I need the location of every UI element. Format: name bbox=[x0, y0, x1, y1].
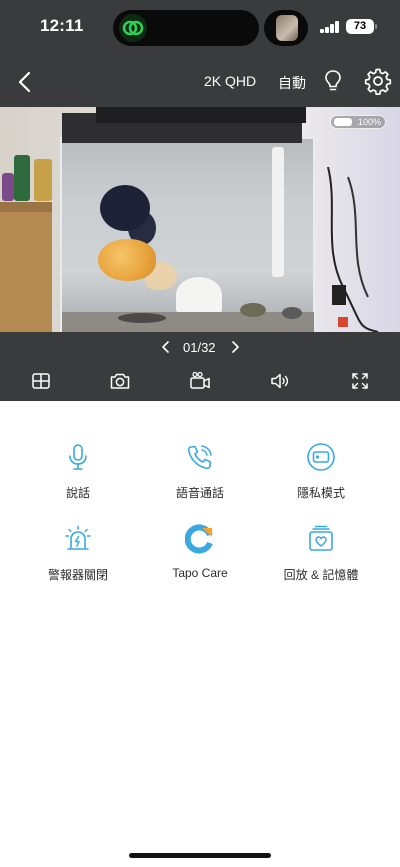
battery-indicator: 73 bbox=[346, 19, 374, 34]
control-label: 隱私模式 bbox=[296, 486, 345, 500]
microphone-icon bbox=[63, 442, 93, 472]
tapo-care-logo-icon bbox=[184, 524, 215, 554]
video-black-fish bbox=[100, 185, 150, 231]
chevron-left-icon[interactable] bbox=[12, 68, 40, 96]
live-activity-pill bbox=[264, 10, 308, 46]
activity-icon bbox=[119, 14, 147, 42]
video-jar bbox=[14, 155, 30, 201]
video-shelf-edge bbox=[0, 202, 52, 212]
alarm-siren-icon bbox=[63, 524, 93, 554]
battery-fill bbox=[334, 118, 352, 126]
nav-bar: 2K QHD 自動 bbox=[0, 60, 400, 104]
video-rock bbox=[118, 313, 166, 323]
video-ornament bbox=[176, 277, 222, 313]
camera-live-view-screen: 12:11 73 2K QHD 自動 100% 01/32 說話 語音通話 隱私… bbox=[0, 0, 400, 867]
thumbnail-image bbox=[276, 15, 298, 41]
video-filter-pipe bbox=[272, 147, 284, 277]
playback-memory-button[interactable]: 回放 & 記憶體 bbox=[261, 524, 381, 594]
control-label: 說話 bbox=[65, 486, 90, 500]
control-label: 回放 & 記憶體 bbox=[283, 568, 359, 582]
privacy-camera-icon bbox=[306, 442, 336, 472]
gear-icon[interactable] bbox=[364, 67, 392, 95]
video-jar bbox=[2, 173, 14, 201]
video-record-icon[interactable] bbox=[188, 369, 212, 393]
video-gravel bbox=[62, 312, 314, 332]
lightbulb-icon[interactable] bbox=[322, 68, 344, 94]
battery-tip bbox=[375, 24, 377, 29]
control-label: Tapo Care bbox=[172, 566, 228, 580]
video-aquarium-lid bbox=[96, 107, 306, 123]
quality-selector[interactable]: 2K QHD bbox=[204, 73, 256, 89]
home-indicator[interactable] bbox=[129, 853, 271, 858]
video-rock bbox=[240, 303, 266, 317]
privacy-mode-button[interactable]: 隱私模式 bbox=[261, 442, 381, 512]
chevron-right-icon[interactable] bbox=[227, 339, 243, 355]
status-bar: 12:11 73 bbox=[0, 0, 400, 54]
control-label: 語音通話 bbox=[175, 486, 224, 500]
video-shelf bbox=[0, 202, 52, 332]
speaker-icon[interactable] bbox=[268, 369, 292, 393]
video-jar bbox=[34, 159, 52, 201]
video-battery-badge: 100% bbox=[330, 115, 386, 129]
status-time: 12:11 bbox=[40, 16, 84, 35]
video-goldfish bbox=[98, 239, 156, 281]
video-rock bbox=[282, 307, 302, 319]
voice-call-button[interactable]: 語音通話 bbox=[140, 442, 260, 512]
alarm-button[interactable]: 警報器關閉 bbox=[18, 524, 138, 594]
talk-button[interactable]: 說話 bbox=[18, 442, 138, 512]
grid-layout-icon[interactable] bbox=[29, 369, 53, 393]
phone-call-icon bbox=[185, 442, 215, 472]
night-mode-selector[interactable]: 自動 bbox=[278, 73, 306, 93]
pager-text: 01/32 bbox=[183, 340, 216, 355]
chevron-left-icon[interactable] bbox=[158, 339, 174, 355]
live-video-feed[interactable]: 100% bbox=[0, 107, 400, 332]
cellular-signal-icon bbox=[320, 21, 340, 33]
tapo-care-button[interactable]: Tapo Care bbox=[140, 524, 260, 594]
camera-pager: 01/32 bbox=[0, 338, 400, 358]
video-cables bbox=[327, 167, 379, 332]
video-battery-text: 100% bbox=[357, 117, 381, 127]
fullscreen-icon[interactable] bbox=[348, 369, 372, 393]
dynamic-island bbox=[113, 10, 259, 46]
playback-memory-icon bbox=[306, 524, 336, 554]
control-label: 警報器關閉 bbox=[47, 568, 108, 582]
camera-icon[interactable] bbox=[108, 369, 132, 393]
